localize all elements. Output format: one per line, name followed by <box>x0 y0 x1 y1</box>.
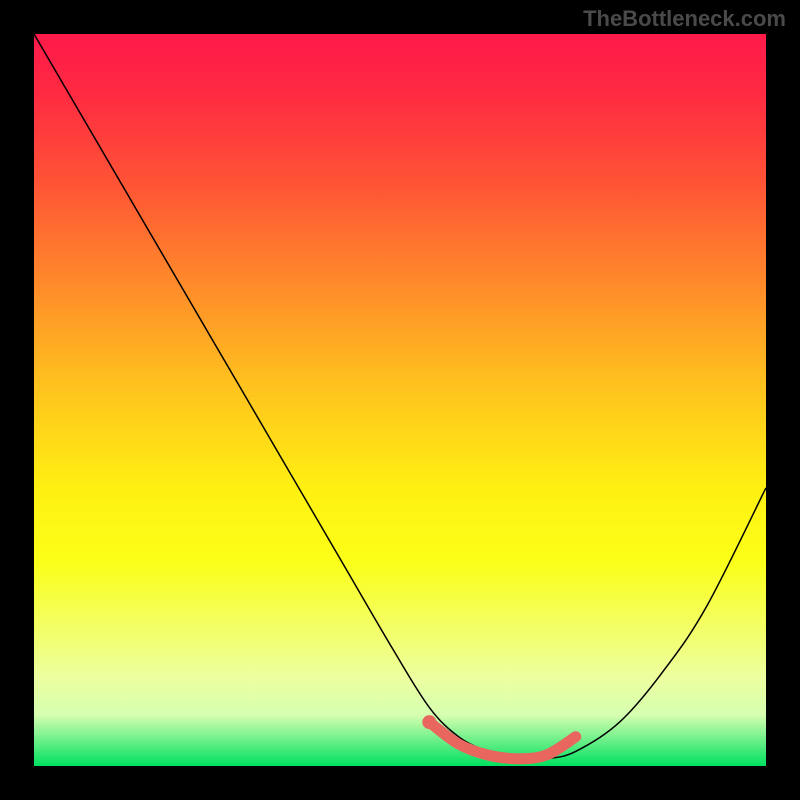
chart-svg <box>34 34 766 766</box>
optimal-range-highlight <box>429 722 575 759</box>
optimal-range-start-dot <box>422 715 436 729</box>
bottleneck-curve <box>34 34 766 760</box>
watermark-text: TheBottleneck.com <box>583 6 786 32</box>
chart-plot-area <box>34 34 766 766</box>
